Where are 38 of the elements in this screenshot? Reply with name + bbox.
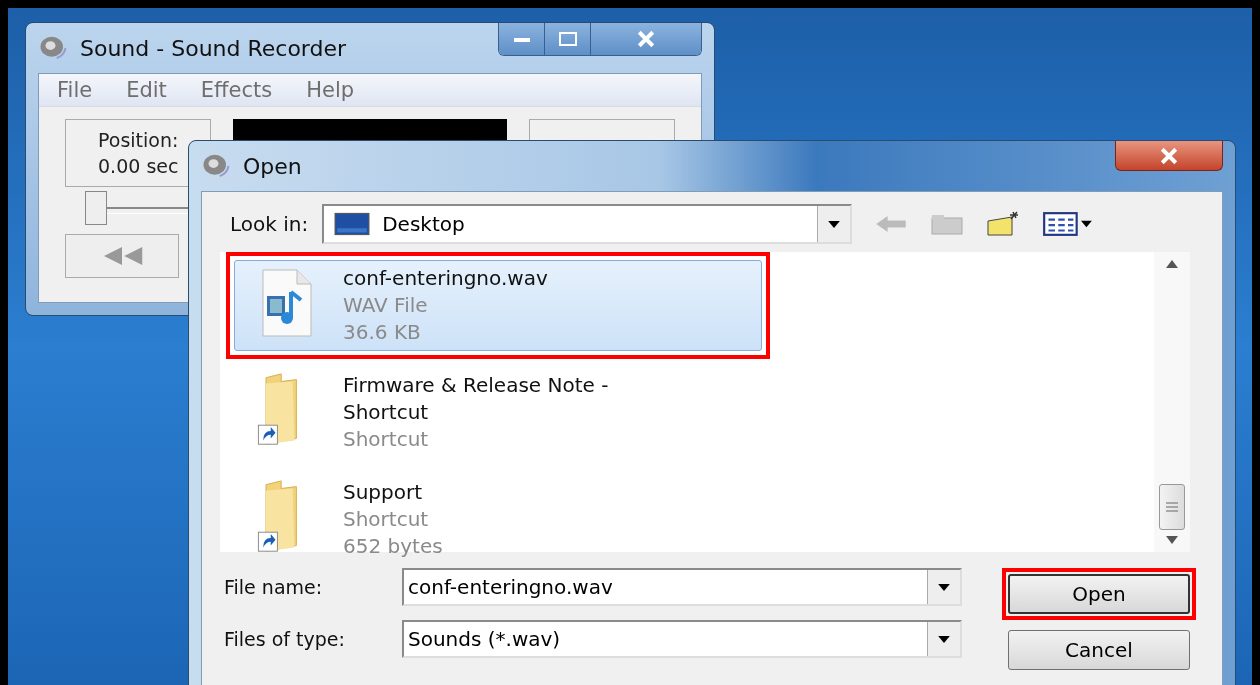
new-folder-icon[interactable] — [986, 211, 1021, 237]
file-name: Firmware & Release Note - Shortcut — [343, 372, 610, 426]
maximize-button[interactable] — [545, 23, 591, 55]
window-title: Sound - Sound Recorder — [80, 35, 347, 61]
scroll-thumb[interactable] — [1159, 484, 1185, 530]
file-detail: WAV File — [343, 292, 429, 319]
look-in-label: Look in: — [230, 212, 309, 236]
open-button[interactable]: Open — [1008, 574, 1190, 614]
close-button[interactable] — [1115, 141, 1223, 171]
minimize-button[interactable] — [499, 23, 545, 55]
file-detail: 36.6 KB — [343, 319, 422, 346]
scroll-down-icon[interactable] — [1166, 536, 1178, 544]
dialog-title: Open — [243, 153, 302, 179]
position-label: Position: — [98, 129, 179, 151]
slider-thumb[interactable] — [85, 191, 107, 225]
look-in-dropdown[interactable]: Desktop — [322, 204, 853, 244]
maximize-icon — [556, 32, 579, 46]
cancel-button[interactable]: Cancel — [1008, 630, 1190, 670]
scroll-up-icon[interactable] — [1166, 260, 1178, 268]
position-value: 0.00 sec — [98, 155, 179, 177]
menu-item[interactable]: Edit — [126, 78, 167, 102]
list-entry[interactable]: Support Shortcut 652 bytes — [234, 474, 762, 565]
file-name: conf-enteringno.wav — [343, 265, 549, 292]
list-entry[interactable]: Firmware & Release Note - Shortcut Shortcut — [234, 367, 762, 458]
menu-item[interactable]: File — [57, 78, 93, 102]
file-detail: Shortcut — [343, 506, 430, 533]
file-type-dropdown[interactable]: Sounds (*.wav) — [402, 620, 962, 658]
monitor-icon — [334, 212, 371, 236]
file-detail: Shortcut — [343, 426, 430, 453]
file-name: Support — [343, 479, 424, 506]
file-type-label: Files of type: — [224, 628, 346, 650]
scrollbar[interactable] — [1154, 252, 1190, 552]
file-detail: 652 bytes — [343, 533, 444, 560]
list-entry[interactable]: conf-enteringno.wav WAV File 36.6 KB — [234, 260, 762, 351]
file-name-label: File name: — [224, 576, 324, 598]
menu-item[interactable]: Effects — [200, 78, 273, 102]
file-name-field[interactable]: conf-enteringno.wav — [402, 568, 962, 606]
menu-item[interactable]: Help — [306, 78, 355, 102]
